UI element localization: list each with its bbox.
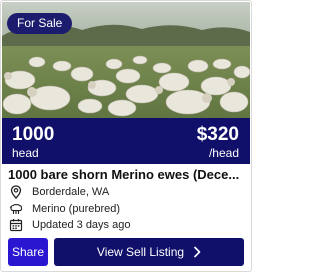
- sheep-icon: [9, 203, 23, 214]
- chevron-right-icon: [194, 246, 201, 258]
- breed-text: Merino (purebred): [32, 203, 121, 215]
- listing-title[interactable]: 1000 bare shorn Merino ewes (Dece...: [8, 167, 248, 183]
- updated-text: Updated 3 days ago: [32, 219, 131, 231]
- share-button[interactable]: Share: [8, 238, 48, 266]
- price-unit: /head: [208, 146, 239, 160]
- view-sell-listing-label: View Sell Listing: [96, 245, 185, 259]
- location-row: Borderdale, WA: [9, 184, 109, 200]
- listing-photo[interactable]: For Sale: [2, 2, 250, 120]
- listing-stats-bar: 1000 head $320 /head: [2, 118, 250, 164]
- for-sale-badge: For Sale: [7, 13, 73, 34]
- quantity-unit: head: [12, 146, 39, 160]
- updated-row: Updated 3 days ago: [9, 217, 130, 233]
- location-text: Borderdale, WA: [32, 186, 110, 198]
- listing-card[interactable]: For Sale 1000 head $320 /head 1000 bare …: [0, 0, 252, 272]
- calendar-icon: [9, 219, 23, 232]
- quantity-value: 1000: [12, 124, 55, 145]
- breed-row: Merino (purebred): [9, 201, 120, 217]
- view-sell-listing-button[interactable]: View Sell Listing: [54, 238, 244, 266]
- price-value: $320: [196, 124, 239, 145]
- map-pin-icon: [10, 185, 22, 199]
